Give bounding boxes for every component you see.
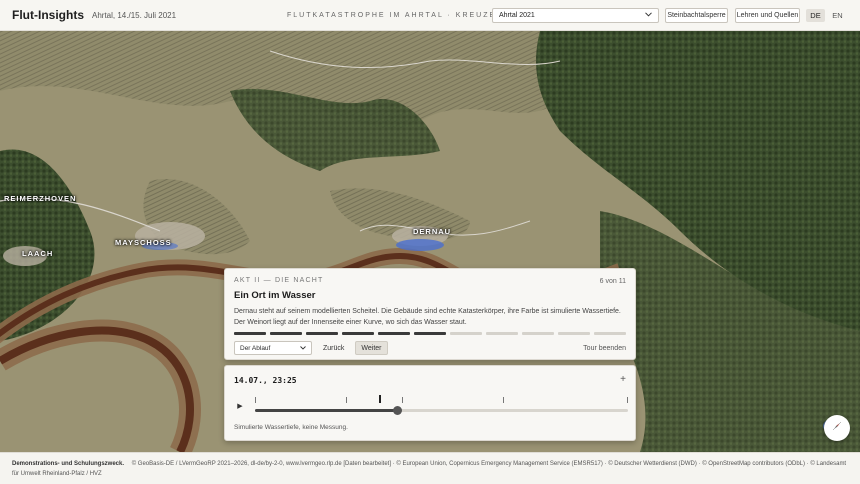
chapter-select[interactable]: Der Ablauf [234,341,312,355]
attribution-footer: Demonstrations- und Schulungszweck. © Ge… [0,452,860,484]
timeline-note: Simulierte Wassertiefe, keine Messung. [234,424,348,431]
tour-progress-segment[interactable] [234,332,266,335]
place-label-mayschoss: Mayschoß [115,238,172,247]
chevron-down-icon [300,345,306,352]
footer-credits: © GeoBasis-DE / LVermGeoRP 2021–2026, dl… [12,461,847,477]
tour-progress-segment[interactable] [522,332,554,335]
tour-back-button[interactable]: Zurück [317,341,350,355]
tour-progress-segment[interactable] [378,332,410,335]
app-header: Flut-Insights Ahrtal, 14./15. Juli 2021 … [0,0,860,31]
place-label-reimerzhoven: Reimerzhoven [4,194,77,203]
tour-progress-segment[interactable] [558,332,590,335]
tour-progress-segment[interactable] [342,332,374,335]
tour-controls: Der Ablauf Zurück Weiter Tour beenden [234,341,626,355]
tour-progress-segment[interactable] [450,332,482,335]
brand-logo-text[interactable]: Flut-Insights [12,8,84,22]
timeline-tick [402,397,403,403]
tour-progress-segment[interactable] [306,332,338,335]
event-select-value: Ahrtal 2021 [499,12,535,19]
tour-progress-segment[interactable] [270,332,302,335]
tour-progress-segment[interactable] [414,332,446,335]
chevron-down-icon [645,12,652,19]
lang-en-button[interactable]: EN [829,9,846,22]
timeline-slider[interactable] [255,395,628,415]
header-subtitle: Ahrtal, 14./15. Juli 2021 [92,10,177,20]
footer-disclaimer: Demonstrations- und Schulungszweck. [12,461,125,467]
tour-step-count: 6 von 11 [599,278,626,285]
timeline-tick [255,397,256,403]
play-icon[interactable]: ▶ [235,401,245,411]
timeline-tick-marker [379,395,381,403]
compass-icon [830,419,844,438]
tour-next-button[interactable]: Weiter [355,341,388,355]
timeline-slider-fill [255,409,397,412]
timeline-tick [346,397,347,403]
chapter-select-value: Der Ablauf [240,344,271,352]
place-label-dernau: Dernau [413,227,452,236]
compass-button[interactable] [824,415,850,441]
timeline-panel: 14.07., 23:25 + ▶ Simulierte Wassertiefe… [224,365,636,441]
timeline-slider-thumb[interactable] [392,406,402,415]
tour-progress-segment[interactable] [594,332,626,335]
tour-panel: Akt II — Die Nacht 6 von 11 Ein Ort im W… [224,268,636,360]
lessons-sources-button[interactable]: Lehren und Quellen [735,8,800,23]
tour-progress-segment[interactable] [486,332,518,335]
tour-progress-bar [234,332,626,335]
tour-step-text: Dernau steht auf seinem modellierten Sch… [234,308,621,326]
tour-end-button[interactable]: Tour beenden [583,345,626,352]
timeline-time: 14.07., 23:25 [234,376,297,385]
dam-button[interactable]: Steinbachtalsperre [665,8,728,23]
event-select[interactable]: Ahrtal 2021 [492,8,659,23]
tour-act-label: Akt II — Die Nacht [234,277,324,284]
timeline-tick [503,397,504,403]
lang-de-button[interactable]: DE [806,9,825,22]
tour-step-title: Ein Ort im Wasser [234,290,316,301]
timeline-tick [627,397,628,403]
expand-plus-icon[interactable]: + [620,374,626,385]
place-label-laach: Laach [22,249,54,258]
